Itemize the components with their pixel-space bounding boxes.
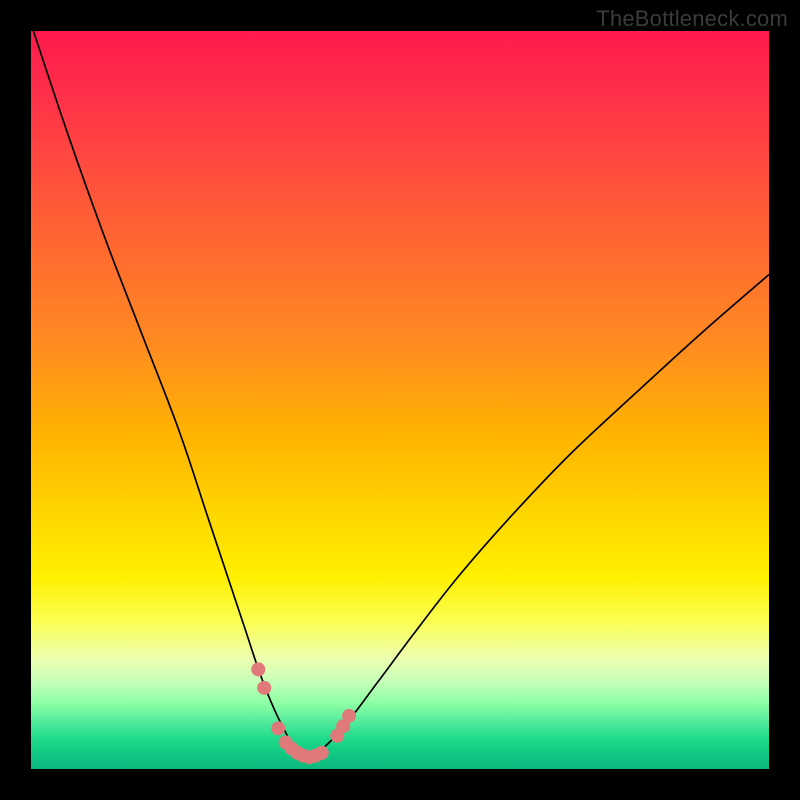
marker-dot [315, 746, 329, 760]
chart-frame: TheBottleneck.com [0, 0, 800, 800]
chart-svg [31, 31, 769, 769]
marker-dot [342, 709, 356, 723]
plot-area [31, 31, 769, 769]
marker-dot [251, 662, 265, 676]
bottleneck-curve [31, 31, 769, 758]
watermark-text: TheBottleneck.com [596, 6, 788, 32]
marker-group [251, 662, 356, 764]
marker-dot [257, 681, 271, 695]
marker-dot [271, 721, 285, 735]
